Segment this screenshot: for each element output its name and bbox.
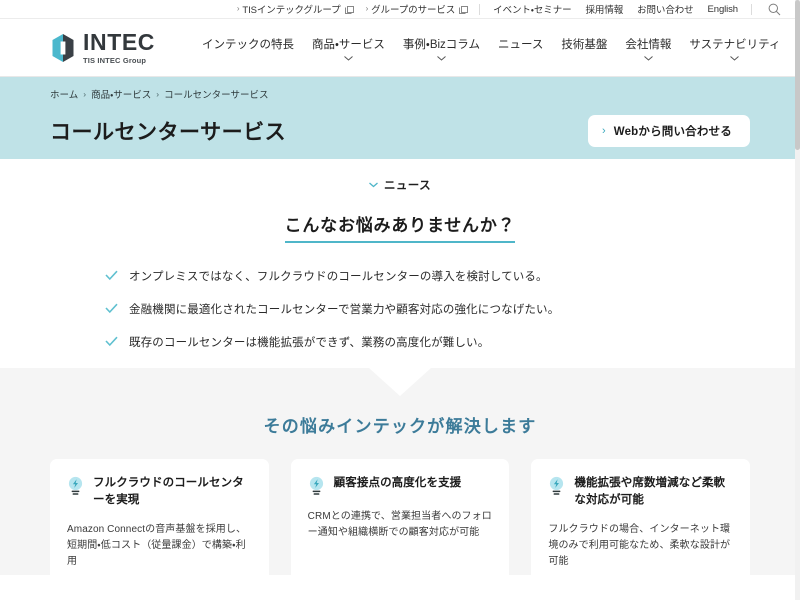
news-anchor-section: ニュース bbox=[0, 159, 800, 211]
logo-wordmark: INTEC bbox=[83, 28, 155, 55]
card-title: 機能拡張や席数増減など柔軟な対応が可能 bbox=[574, 477, 726, 506]
chevron-down-icon bbox=[437, 56, 446, 61]
chevron-right-icon: › bbox=[365, 4, 369, 13]
group-services-link[interactable]: › グループのサービス bbox=[359, 2, 474, 16]
problem-heading: こんなお悩みありませんか？ bbox=[284, 211, 516, 243]
list-item-label: 既存のコールセンターは機能拡張ができず、業務の高度化が難しい。 bbox=[129, 337, 490, 350]
breadcrumb-products-services[interactable]: 商品・サービス bbox=[91, 87, 151, 101]
nav-cases-bizcolumn[interactable]: 事例・Bizコラム bbox=[394, 38, 489, 61]
chevron-down-icon bbox=[644, 56, 653, 61]
chevron-down-icon bbox=[730, 56, 740, 61]
web-contact-button[interactable]: › Webから問い合わせる bbox=[588, 115, 750, 147]
list-item: 金融機関に最適化されたコールセンターで営業力や顧客対応の強化につなげたい。 bbox=[105, 302, 750, 318]
english-link[interactable]: English bbox=[701, 4, 745, 15]
section-notch-arrow bbox=[369, 368, 431, 397]
main-navigation: インテックの特長 商品・サービス 事例・Bizコラム ニュース 技術基盤 会社情… bbox=[193, 34, 790, 61]
check-icon bbox=[105, 303, 118, 314]
card-body: CRMとの連携で、営業担当者へのフォロー通知や組織横断での顧客対応が可能 bbox=[307, 511, 492, 539]
news-anchor-link[interactable]: ニュース bbox=[369, 177, 431, 193]
problem-list: オンプレミスではなく、フルクラウドのコールセンターの導入を検討している。 金融機… bbox=[105, 269, 750, 351]
utility-bar: › TISインテックグループ › グループのサービス イベント・セミナー 採用情… bbox=[0, 0, 800, 19]
tis-intec-group-link[interactable]: › TISインテックグループ bbox=[230, 2, 359, 16]
breadcrumb-home[interactable]: ホーム bbox=[50, 87, 78, 101]
divider bbox=[751, 3, 752, 15]
hero-row: コールセンターサービス › Webから問い合わせる bbox=[50, 115, 750, 147]
search-icon bbox=[768, 3, 781, 16]
list-item: 既存のコールセンターは機能拡張ができず、業務の高度化が難しい。 bbox=[105, 335, 750, 351]
card-title: フルクラウドのコールセンターを実現 bbox=[93, 477, 244, 506]
list-item-label: オンプレミスではなく、フルクラウドのコールセンターの導入を検討している。 bbox=[129, 271, 548, 283]
card-body: Amazon Connectの音声基盤を採用し、短期間・低コスト（従量課金）で構… bbox=[67, 523, 247, 567]
events-seminars-link[interactable]: イベント・セミナー bbox=[486, 2, 578, 16]
list-item: オンプレミスではなく、フルクラウドのコールセンターの導入を検討している。 bbox=[105, 269, 750, 285]
external-link-icon bbox=[459, 5, 469, 14]
chevron-right-icon: › bbox=[602, 124, 606, 137]
divider bbox=[479, 3, 481, 15]
check-icon bbox=[105, 336, 118, 347]
utility-link-label: イベント・セミナー bbox=[493, 5, 572, 16]
card-head: 機能拡張や席数増減など柔軟な対応が可能 bbox=[548, 475, 733, 508]
check-icon bbox=[105, 270, 118, 281]
nav-item-label: 事例・Bizコラム bbox=[402, 39, 480, 52]
nav-item-label: インテックの特長 bbox=[202, 39, 294, 52]
site-header: INTEC TIS INTEC Group インテックの特長 商品・サービス 事… bbox=[0, 19, 800, 77]
solution-card: 機能拡張や席数増減など柔軟な対応が可能 フルクラウドの場合、インターネット環境の… bbox=[531, 459, 751, 588]
list-item-label: 金融機関に最適化されたコールセンターで営業力や顧客対応の強化につなげたい。 bbox=[129, 304, 560, 317]
page-title: コールセンターサービス bbox=[50, 121, 287, 144]
nav-sustainability[interactable]: サステナビリティ bbox=[680, 38, 789, 61]
problem-section: こんなお悩みありませんか？ オンプレミスではなく、フルクラウドのコールセンターの… bbox=[0, 211, 800, 352]
card-title: 顧客接点の高度化を支援 bbox=[333, 477, 462, 490]
utility-link-label: グループのサービス bbox=[371, 5, 456, 16]
solution-card: 顧客接点の高度化を支援 CRMとの連携で、営業担当者へのフォロー通知や組織横断で… bbox=[290, 459, 510, 588]
nav-item-label: 技術基盤 bbox=[561, 39, 608, 52]
chevron-down-icon bbox=[369, 182, 378, 188]
intec-logo-mark-icon bbox=[50, 33, 76, 63]
card-head: フルクラウドのコールセンターを実現 bbox=[67, 475, 252, 508]
nav-products-services[interactable]: 商品・サービス bbox=[303, 38, 394, 61]
recruit-link[interactable]: 採用情報 bbox=[579, 2, 631, 16]
nav-intec-features[interactable]: インテックの特長 bbox=[193, 38, 303, 53]
breadcrumb-separator-icon: › bbox=[156, 89, 160, 99]
scrollbar-track[interactable] bbox=[795, 0, 800, 600]
chevron-down-icon bbox=[344, 56, 353, 61]
utility-link-label: 採用情報 bbox=[585, 5, 624, 16]
solution-card: フルクラウドのコールセンターを実現 Amazon Connectの音声基盤を採用… bbox=[50, 459, 269, 588]
utility-link-label: TISインテックグループ bbox=[242, 5, 341, 16]
nav-item-label: ニュース bbox=[497, 39, 544, 52]
utility-link-label: お問い合わせ bbox=[637, 5, 694, 16]
card-body: フルクラウドの場合、インターネット環境のみで利用可能なため、柔軟な設計が可能 bbox=[548, 523, 731, 567]
nav-technology[interactable]: 技術基盤 bbox=[552, 38, 616, 53]
news-anchor-label: ニュース bbox=[383, 180, 432, 192]
web-contact-button-label: Webから問い合わせる bbox=[613, 126, 732, 138]
lightbulb-icon bbox=[67, 476, 84, 496]
card-head: 顧客接点の高度化を支援 bbox=[308, 475, 493, 496]
nav-item-label: サステナビリティ bbox=[689, 39, 781, 52]
logo-tagline: TIS INTEC Group bbox=[83, 55, 147, 65]
problem-heading-wrap: こんなお悩みありませんか？ bbox=[50, 211, 750, 243]
scrollbar-thumb[interactable] bbox=[795, 0, 800, 150]
nav-company[interactable]: 会社情報 bbox=[616, 38, 680, 61]
search-button[interactable] bbox=[762, 0, 786, 19]
lightbulb-icon bbox=[308, 476, 325, 496]
lightbulb-icon bbox=[548, 476, 565, 496]
breadcrumb: ホーム › 商品・サービス › コールセンターサービス bbox=[50, 87, 750, 101]
solution-section: その悩みインテックが解決します フルクラウドのコールセンターを実現 Amazon… bbox=[0, 368, 800, 588]
contact-link[interactable]: お問い合わせ bbox=[630, 2, 700, 16]
breadcrumb-current: コールセンターサービス bbox=[164, 90, 269, 101]
external-link-icon bbox=[344, 5, 354, 14]
nav-news[interactable]: ニュース bbox=[489, 38, 552, 53]
hero-banner: ホーム › 商品・サービス › コールセンターサービス コールセンターサービス … bbox=[0, 77, 800, 159]
chevron-right-icon: › bbox=[236, 4, 240, 13]
nav-item-label: 商品・サービス bbox=[312, 39, 385, 52]
solution-cards: フルクラウドのコールセンターを実現 Amazon Connectの音声基盤を採用… bbox=[50, 459, 751, 588]
breadcrumb-separator-icon: › bbox=[83, 89, 87, 99]
nav-item-label: 会社情報 bbox=[625, 39, 672, 52]
logo-link[interactable]: INTEC TIS INTEC Group bbox=[50, 28, 155, 65]
utility-link-label: English bbox=[707, 3, 739, 15]
